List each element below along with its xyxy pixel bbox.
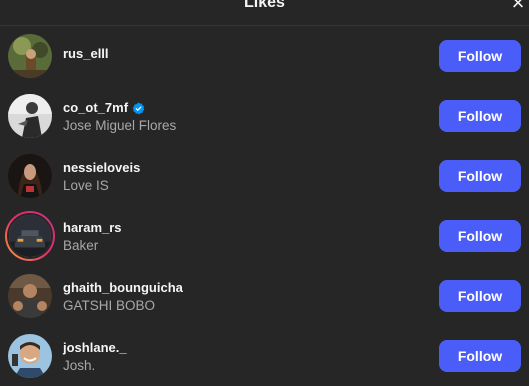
full-name: GATSHI BOBO	[63, 298, 156, 313]
follow-button[interactable]: Follow	[439, 340, 521, 372]
list-item: nessieloveis Love IS Follow	[0, 146, 529, 206]
username-link[interactable]: nessieloveis	[63, 160, 140, 176]
user-text: nessieloveis Love IS	[63, 160, 140, 195]
list-item: ghaith_bounguicha GATSHI BOBO Follow	[0, 266, 529, 326]
follow-button[interactable]: Follow	[439, 280, 521, 312]
username-link[interactable]: haram_rs	[63, 220, 122, 236]
username-link[interactable]: rus_elll	[63, 46, 109, 62]
full-name: Josh.	[63, 358, 96, 373]
follow-button[interactable]: Follow	[439, 160, 521, 192]
avatar[interactable]	[8, 154, 52, 198]
user-text: haram_rs Baker	[63, 220, 122, 255]
username: haram_rs	[63, 220, 122, 235]
user-text: rus_elll	[63, 46, 109, 62]
avatar[interactable]	[8, 34, 52, 78]
dialog-title: Likes	[244, 0, 285, 11]
list-item: rus_elll Follow	[0, 26, 529, 86]
username: joshlane._	[63, 340, 127, 355]
full-name: Jose Miguel Flores	[63, 118, 177, 133]
close-icon[interactable]: ×	[507, 0, 529, 14]
dialog-header: Likes ×	[0, 0, 529, 26]
avatar[interactable]	[8, 274, 52, 318]
list-item: co_ot_7mf Jose Miguel Flores Follow	[0, 86, 529, 146]
username-link[interactable]: co_ot_7mf	[63, 100, 176, 116]
follow-button[interactable]: Follow	[439, 40, 521, 72]
username-link[interactable]: joshlane._	[63, 340, 127, 356]
user-text: ghaith_bounguicha GATSHI BOBO	[63, 280, 183, 315]
full-name: Love IS	[63, 178, 109, 193]
list-item: joshlane._ Josh. Follow	[0, 326, 529, 386]
follow-button[interactable]: Follow	[439, 100, 521, 132]
username: co_ot_7mf	[63, 100, 129, 115]
full-name: Baker	[63, 238, 99, 253]
username: nessieloveis	[63, 160, 141, 175]
follow-button[interactable]: Follow	[439, 220, 521, 252]
user-text: co_ot_7mf Jose Miguel Flores	[63, 100, 176, 135]
list-item: haram_rs Baker Follow	[0, 206, 529, 266]
username: ghaith_bounguicha	[63, 280, 183, 295]
avatar[interactable]	[8, 334, 52, 378]
username-link[interactable]: ghaith_bounguicha	[63, 280, 183, 296]
story-ring-avatar[interactable]	[5, 211, 55, 261]
username: rus_elll	[63, 46, 109, 61]
avatar[interactable]	[8, 94, 52, 138]
verified-badge-icon	[132, 101, 145, 114]
user-text: joshlane._ Josh.	[63, 340, 127, 375]
